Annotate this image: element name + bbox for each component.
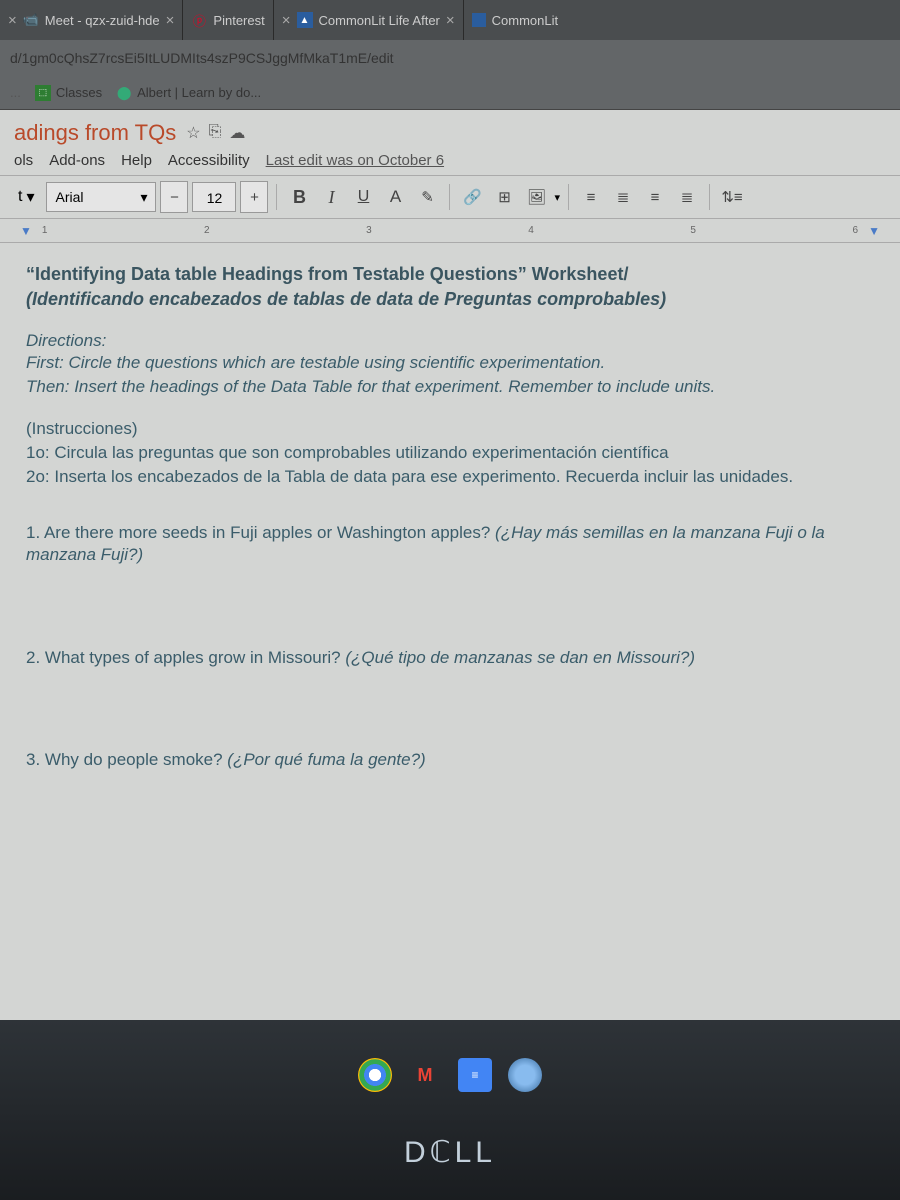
browser-tab-strip: × 📹 Meet - qzx-zuid-hde × ⓟ Pinterest × …	[0, 0, 900, 40]
cloud-icon[interactable]: ☁	[229, 123, 245, 143]
close-icon[interactable]: ×	[166, 12, 175, 29]
commonlit-icon	[472, 13, 486, 27]
worksheet-title-es: (Identificando encabezados de tablas de …	[26, 288, 874, 311]
formatting-toolbar: t ▾ Arial ▾ − 12 + B I U A ✎ 🔗 ⊞ 🖼 ▾ ≡ ≣…	[0, 175, 900, 219]
question-2: 2. What types of apples grow in Missouri…	[26, 647, 874, 669]
windows-taskbar: M ≡	[0, 1050, 900, 1100]
italic-button[interactable]: I	[317, 181, 345, 213]
meet-icon: 📹	[23, 12, 39, 28]
browser-tab[interactable]: CommonLit	[464, 0, 566, 40]
highlight-button[interactable]: ✎	[413, 181, 441, 213]
menu-item[interactable]: ols	[14, 152, 33, 169]
insert-image-button[interactable]: 🖼	[522, 181, 550, 213]
line-spacing-button[interactable]: ⇅≡	[718, 181, 746, 213]
document-canvas[interactable]: “Identifying Data table Headings from Te…	[0, 243, 900, 791]
classroom-icon: ⬚	[35, 85, 51, 101]
ruler-mark: 2	[204, 225, 210, 236]
align-justify-button[interactable]: ≣	[673, 181, 701, 213]
styles-dropdown[interactable]: t ▾	[10, 187, 42, 207]
commonlit-icon: ▲	[297, 12, 313, 28]
indent-marker-icon[interactable]: ▼	[868, 224, 880, 238]
question-text-en: 1. Are there more seeds in Fuji apples o…	[26, 523, 495, 542]
browser-tab[interactable]: × 📹 Meet - qzx-zuid-hde ×	[0, 0, 183, 40]
bookmark-label: Classes	[56, 85, 102, 100]
question-text-es: (¿Qué tipo de manzanas se dan en Missour…	[345, 648, 695, 667]
last-edit-info[interactable]: Last edit was on October 6	[266, 152, 444, 169]
chevron-down-icon[interactable]: ▾	[554, 191, 560, 204]
styles-label: t	[18, 188, 22, 206]
add-comment-button[interactable]: ⊞	[490, 181, 518, 213]
align-center-button[interactable]: ≣	[609, 181, 637, 213]
close-icon[interactable]: ×	[8, 12, 17, 29]
question-1: 1. Are there more seeds in Fuji apples o…	[26, 522, 874, 566]
pinterest-icon: ⓟ	[191, 12, 207, 28]
gmail-icon[interactable]: M	[408, 1058, 442, 1092]
instrucciones-line: 2o: Inserta los encabezados de la Tabla …	[26, 466, 874, 488]
ruler-mark: 1	[42, 225, 48, 236]
ruler-mark: 5	[690, 225, 696, 236]
chrome-icon[interactable]	[358, 1058, 392, 1092]
app-icon[interactable]	[508, 1058, 542, 1092]
bookmark-overflow-icon: ...	[10, 85, 21, 100]
bookmark-item[interactable]: ⬚ Classes	[35, 85, 102, 101]
ruler-mark: 6	[853, 225, 859, 236]
dell-logo: DℂLL	[0, 1135, 900, 1170]
font-name-label: Arial	[55, 189, 83, 205]
worksheet-title-en: “Identifying Data table Headings from Te…	[26, 263, 874, 286]
tab-label: Pinterest	[213, 13, 264, 28]
menu-item[interactable]: Accessibility	[168, 152, 250, 169]
chevron-down-icon: ▾	[26, 187, 34, 207]
bookmarks-bar: ... ⬚ Classes ⬤ Albert | Learn by do...	[0, 76, 900, 110]
question-text-es: (¿Por qué fuma la gente?)	[227, 750, 425, 769]
docs-icon[interactable]: ≡	[458, 1058, 492, 1092]
font-family-select[interactable]: Arial ▾	[46, 182, 156, 212]
ruler-mark: 3	[366, 225, 372, 236]
insert-link-button[interactable]: 🔗	[458, 181, 486, 213]
ruler-mark: 4	[528, 225, 534, 236]
browser-tab[interactable]: ⓟ Pinterest	[183, 0, 273, 40]
increase-font-button[interactable]: +	[240, 181, 268, 213]
address-bar[interactable]: d/1gm0cQhsZ7rcsEi5ItLUDMIts4szP9CSJggMfM…	[0, 40, 900, 76]
text-color-button[interactable]: A	[381, 181, 409, 213]
align-left-button[interactable]: ≡	[577, 181, 605, 213]
tab-label: Meet - qzx-zuid-hde	[45, 13, 160, 28]
instrucciones-line: 1o: Circula las preguntas que son compro…	[26, 442, 874, 464]
menu-item[interactable]: Add-ons	[49, 152, 105, 169]
tab-label: CommonLit Life After	[319, 13, 440, 28]
document-title[interactable]: adings from TQs	[14, 120, 176, 146]
tab-label: CommonLit	[492, 13, 558, 28]
bold-button[interactable]: B	[285, 181, 313, 213]
bookmark-label: Albert | Learn by do...	[137, 85, 261, 100]
browser-tab[interactable]: × ▲ CommonLit Life After ×	[274, 0, 464, 40]
close-icon[interactable]: ×	[282, 12, 291, 29]
star-icon[interactable]: ☆	[186, 123, 200, 143]
directions-line: Then: Insert the headings of the Data Ta…	[26, 376, 874, 398]
font-size-input[interactable]: 12	[192, 182, 236, 212]
close-icon[interactable]: ×	[446, 12, 455, 29]
albert-icon: ⬤	[116, 85, 132, 101]
url-text: d/1gm0cQhsZ7rcsEi5ItLUDMIts4szP9CSJggMfM…	[10, 50, 394, 66]
directions-label: Directions:	[26, 330, 874, 352]
underline-button[interactable]: U	[349, 181, 377, 213]
menu-item[interactable]: Help	[121, 152, 152, 169]
directions-line: First: Circle the questions which are te…	[26, 352, 874, 374]
align-right-button[interactable]: ≡	[641, 181, 669, 213]
decrease-font-button[interactable]: −	[160, 181, 188, 213]
indent-marker-icon[interactable]: ▼	[20, 224, 32, 238]
horizontal-ruler[interactable]: ▼ 1 2 3 4 5 6 ▼	[0, 219, 900, 243]
question-text-en: 3. Why do people smoke?	[26, 750, 227, 769]
menu-bar: ols Add-ons Help Accessibility Last edit…	[0, 146, 900, 175]
question-text-en: 2. What types of apples grow in Missouri…	[26, 648, 345, 667]
question-3: 3. Why do people smoke? (¿Por qué fuma l…	[26, 749, 874, 771]
move-icon[interactable]: ⎘	[209, 123, 222, 143]
chevron-down-icon: ▾	[140, 189, 147, 206]
laptop-bezel: M ≡ DℂLL	[0, 1020, 900, 1200]
bookmark-item[interactable]: ⬤ Albert | Learn by do...	[116, 85, 261, 101]
instrucciones-label: (Instrucciones)	[26, 418, 874, 440]
